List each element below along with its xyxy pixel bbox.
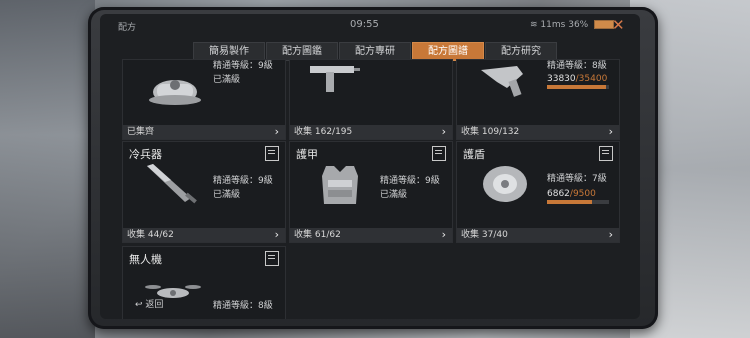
card-rifle-progress-text: 33830/35400 <box>547 74 609 84</box>
blade-icon <box>147 164 197 204</box>
card-rifle[interactable]: 精通等級：8級 33830/35400 收集 109/132 › <box>456 59 620 140</box>
card-cap-footer[interactable]: 已集齊 › <box>123 125 285 139</box>
card-rifle-progress-max: /35400 <box>575 74 608 84</box>
chevron-right-icon: › <box>274 125 279 138</box>
card-smg-collect: 收集 162/195 <box>294 127 353 137</box>
card-armor[interactable]: 護甲 精通等級：9級 已滿級 收集 61/62 › <box>289 141 453 243</box>
card-shield[interactable]: 護盾 精通等級：7級 6862/9500 收集 37/40 › <box>456 141 620 243</box>
status-battery: 36% <box>568 20 589 30</box>
wifi-icon: ≋ <box>530 20 538 30</box>
drone-icon <box>145 285 201 298</box>
card-smg[interactable]: 收集 162/195 › <box>289 59 453 140</box>
chevron-right-icon: › <box>274 228 279 241</box>
card-melee-level: 精通等級：9級 <box>213 176 273 186</box>
card-shield-progress-bar <box>547 200 609 204</box>
card-shield-info: 精通等級：7級 <box>547 172 607 186</box>
book-icon[interactable] <box>599 146 613 161</box>
recipe-screen: 配方 09:55 ≋ 11ms 36% ✕ 簡易製作 配方圖鑑 配方專研 配方圖… <box>100 14 640 319</box>
card-cap-info: 精通等級：9級 已滿級 <box>213 59 273 87</box>
status-network: 11ms <box>540 20 566 30</box>
card-shield-collect: 收集 37/40 <box>461 230 508 240</box>
card-melee-collect: 收集 44/62 <box>127 230 174 240</box>
card-armor-footer[interactable]: 收集 61/62 › <box>290 228 452 242</box>
card-shield-progress: 6862/9500 <box>547 189 609 204</box>
chevron-right-icon: › <box>441 125 446 138</box>
card-cap-collect: 已集齊 <box>127 127 155 137</box>
tab-bar: 簡易製作 配方圖鑑 配方專研 配方圖譜 配方研究 <box>193 42 558 61</box>
back-button[interactable]: ↩ 返回 <box>135 297 163 310</box>
card-melee-title: 冷兵器 <box>129 148 162 161</box>
card-armor-info: 精通等級：9級 已滿級 <box>380 174 440 202</box>
card-rifle-collect: 收集 109/132 <box>461 127 520 137</box>
card-shield-progress-fill <box>547 200 592 204</box>
back-label: 返回 <box>145 300 164 310</box>
card-drone-level: 精通等級：8級 <box>213 301 273 311</box>
card-shield-progress-current: 6862 <box>547 189 570 199</box>
vest-icon <box>322 166 358 204</box>
background-left <box>0 0 95 338</box>
card-armor-collect: 收集 61/62 <box>294 230 341 240</box>
status-time: 09:55 <box>350 19 379 30</box>
book-icon[interactable] <box>265 146 279 161</box>
card-shield-level: 精通等級：7級 <box>547 174 607 184</box>
card-shield-progress-text: 6862/9500 <box>547 189 609 199</box>
chevron-right-icon: › <box>608 228 613 241</box>
status-bar: 配方 09:55 ≋ 11ms 36% ✕ <box>100 14 640 38</box>
card-armor-title: 護甲 <box>296 148 318 161</box>
card-rifle-progress: 33830/35400 <box>547 74 609 89</box>
card-melee-info: 精通等級：9級 已滿級 <box>213 174 273 202</box>
card-smg-footer[interactable]: 收集 162/195 › <box>290 125 452 139</box>
card-shield-progress-max: /9500 <box>569 189 596 199</box>
chevron-right-icon: › <box>441 228 446 241</box>
card-rifle-progress-current: 33830 <box>547 74 576 84</box>
book-icon[interactable] <box>432 146 446 161</box>
card-armor-level: 精通等級：9級 <box>380 176 440 186</box>
card-cap-level: 精通等級：9級 <box>213 61 273 71</box>
rifle-icon <box>481 66 523 97</box>
back-arrow-icon: ↩ <box>135 300 143 310</box>
card-melee-state: 已滿級 <box>213 190 241 200</box>
card-shield-title: 護盾 <box>463 148 485 161</box>
card-rifle-progress-bar <box>547 85 609 89</box>
card-melee-footer[interactable]: 收集 44/62 › <box>123 228 285 242</box>
card-shield-footer[interactable]: 收集 37/40 › <box>457 228 619 242</box>
cap-icon <box>149 80 201 105</box>
card-melee[interactable]: 冷兵器 精通等級：9級 已滿級 收集 44/62 › <box>122 141 286 243</box>
smg-icon <box>310 66 360 92</box>
card-rifle-progress-fill <box>547 85 607 89</box>
card-drone-title: 無人機 <box>129 253 162 266</box>
card-rifle-info: 精通等級：8級 <box>547 59 607 73</box>
card-rifle-footer[interactable]: 收集 109/132 › <box>457 125 619 139</box>
card-cap-state: 已滿級 <box>213 75 241 85</box>
card-cap[interactable]: 精通等級：9級 已滿級 已集齊 › <box>122 59 286 140</box>
status-right: ≋ 11ms 36% <box>530 20 615 30</box>
card-drone-info: 精通等級：8級 <box>213 299 273 313</box>
card-armor-state: 已滿級 <box>380 190 408 200</box>
shield-armor-icon <box>483 166 527 202</box>
close-icon[interactable]: ✕ <box>612 17 625 33</box>
book-icon[interactable] <box>265 251 279 266</box>
chevron-right-icon: › <box>608 125 613 138</box>
status-app-name: 配方 <box>118 23 137 33</box>
card-rifle-level: 精通等級：8級 <box>547 61 607 71</box>
